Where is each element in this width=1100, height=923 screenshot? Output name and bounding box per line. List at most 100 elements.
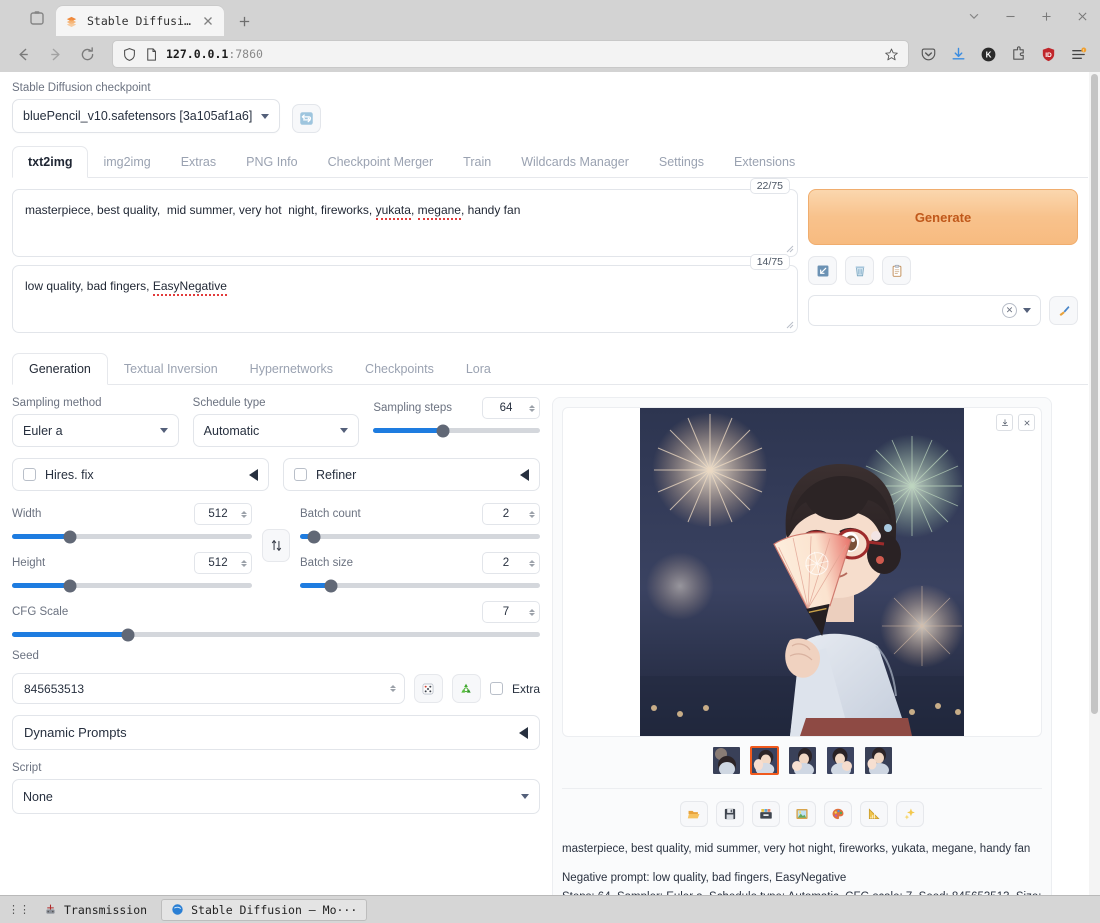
send-to-inpaint-button[interactable] <box>824 801 852 827</box>
negative-prompt-input[interactable]: low quality, bad fingers, EasyNegative <box>12 265 798 333</box>
tab-extras[interactable]: Extras <box>166 147 231 177</box>
kaspersky-extension-icon[interactable]: K <box>979 45 998 64</box>
tab-close-icon[interactable] <box>200 13 216 29</box>
tab-img2img[interactable]: img2img <box>88 147 165 177</box>
new-tab-button[interactable] <box>230 7 258 35</box>
sampling-steps-number[interactable]: 64 <box>482 397 541 419</box>
download-image-button[interactable] <box>996 414 1013 431</box>
sampling-method-select[interactable]: Euler a <box>12 414 179 447</box>
refiner-checkbox[interactable] <box>294 468 307 481</box>
page-scrollbar[interactable] <box>1089 72 1100 895</box>
stepper-icon[interactable] <box>529 559 535 567</box>
open-folder-button[interactable] <box>680 801 708 827</box>
script-select[interactable]: None <box>12 779 540 814</box>
send-to-extras-button[interactable] <box>860 801 888 827</box>
clear-styles-icon[interactable]: ✕ <box>1002 303 1017 318</box>
read-generation-params-button[interactable] <box>808 256 837 285</box>
send-to-img2img-button[interactable] <box>788 801 816 827</box>
dynamic-prompts-accordion[interactable]: Dynamic Prompts <box>12 715 540 750</box>
subtab-hypernetworks[interactable]: Hypernetworks <box>234 354 349 384</box>
batch-size-number[interactable]: 2 <box>482 552 540 574</box>
stepper-icon[interactable] <box>389 685 396 692</box>
upscale-button[interactable] <box>896 801 924 827</box>
tab-settings[interactable]: Settings <box>644 147 719 177</box>
checkpoint-select[interactable]: bluePencil_v10.safetensors [3a105af1a6] <box>12 99 280 133</box>
url-bar[interactable]: 127.0.0.1:7860 <box>112 40 909 68</box>
tab-png-info[interactable]: PNG Info <box>231 147 312 177</box>
reload-button[interactable] <box>72 40 102 68</box>
height-slider[interactable] <box>12 579 252 592</box>
window-maximize-button[interactable] <box>1036 6 1056 26</box>
downloads-icon[interactable] <box>949 45 968 64</box>
bookmark-star-icon[interactable] <box>884 47 899 62</box>
apply-style-button[interactable] <box>1049 296 1078 325</box>
refiner-accordion[interactable]: Refiner <box>283 458 540 491</box>
save-button[interactable] <box>716 801 744 827</box>
list-all-tabs-button[interactable] <box>6 0 56 36</box>
forward-button[interactable] <box>40 40 70 68</box>
schedule-type-select[interactable]: Automatic <box>192 414 360 447</box>
subtab-lora[interactable]: Lora <box>450 354 507 384</box>
styles-select[interactable]: ✕ <box>808 295 1041 326</box>
resize-handle-icon[interactable] <box>785 320 794 329</box>
batch-size-slider[interactable] <box>300 579 540 592</box>
hires-fix-accordion[interactable]: Hires. fix <box>12 458 269 491</box>
browser-tab[interactable]: Stable Diffusion <box>56 6 224 36</box>
positive-prompt-input[interactable]: masterpiece, best quality, mid summer, v… <box>12 189 798 257</box>
app-menu-button[interactable]: ! <box>1069 45 1088 64</box>
clear-prompt-button[interactable] <box>845 256 874 285</box>
tab-extensions[interactable]: Extensions <box>719 147 810 177</box>
collapse-triangle-icon[interactable] <box>520 468 529 481</box>
taskbar-item-transmission[interactable]: Transmission <box>35 899 156 921</box>
collapse-triangle-icon[interactable] <box>249 468 258 481</box>
subtab-textual-inversion[interactable]: Textual Inversion <box>108 354 234 384</box>
tab-train[interactable]: Train <box>448 147 506 177</box>
swap-dimensions-button[interactable] <box>262 529 290 562</box>
resize-handle-icon[interactable] <box>785 244 794 253</box>
batch-count-number[interactable]: 2 <box>482 503 540 525</box>
taskbar-item-stable-diffusion[interactable]: Stable Diffusion — Mo··· <box>161 898 368 921</box>
cfg-scale-slider[interactable] <box>12 628 540 641</box>
collapse-triangle-icon[interactable] <box>519 726 528 739</box>
stepper-icon[interactable] <box>529 608 535 616</box>
width-slider[interactable] <box>12 530 252 543</box>
window-close-button[interactable] <box>1072 6 1092 26</box>
save-zip-button[interactable] <box>752 801 780 827</box>
tab-wildcards-manager[interactable]: Wildcards Manager <box>506 147 644 177</box>
extra-seed-checkbox[interactable] <box>489 682 503 695</box>
stepper-icon[interactable] <box>529 510 535 518</box>
hires-fix-checkbox[interactable] <box>23 468 36 481</box>
page-info-icon[interactable] <box>144 47 159 62</box>
paste-styles-button[interactable] <box>882 256 911 285</box>
batch-count-slider[interactable] <box>300 530 540 543</box>
tab-txt2img[interactable]: txt2img <box>12 146 89 178</box>
subtab-generation[interactable]: Generation <box>12 353 108 385</box>
close-image-button[interactable] <box>1018 414 1035 431</box>
stepper-icon[interactable] <box>241 559 247 567</box>
refresh-checkpoints-button[interactable] <box>292 104 321 133</box>
stepper-icon[interactable] <box>241 510 247 518</box>
tab-list-chevron-icon[interactable] <box>964 6 984 26</box>
pocket-icon[interactable] <box>919 45 938 64</box>
thumbnail-item[interactable] <box>826 746 855 775</box>
subtab-checkpoints[interactable]: Checkpoints <box>349 354 450 384</box>
reuse-seed-button[interactable] <box>451 674 481 703</box>
stepper-icon[interactable] <box>529 404 536 412</box>
sampling-steps-slider[interactable] <box>373 424 541 437</box>
extension-puzzle-icon[interactable] <box>1009 45 1028 64</box>
adblock-shield-icon[interactable]: ID <box>1039 45 1058 64</box>
random-seed-button[interactable] <box>413 674 443 703</box>
window-minimize-button[interactable] <box>1000 6 1020 26</box>
cfg-scale-number[interactable]: 7 <box>482 601 540 623</box>
thumbnail-item[interactable] <box>864 746 893 775</box>
thumbnail-item-selected[interactable] <box>749 746 779 775</box>
generated-image[interactable] <box>640 408 964 736</box>
generate-button[interactable]: Generate <box>808 189 1078 245</box>
thumbnail-item[interactable] <box>712 746 741 775</box>
height-number[interactable]: 512 <box>194 552 252 574</box>
tab-checkpoint-merger[interactable]: Checkpoint Merger <box>313 147 449 177</box>
seed-input[interactable]: 845653513 <box>12 673 405 704</box>
back-button[interactable] <box>8 40 38 68</box>
thumbnail-item[interactable] <box>788 746 817 775</box>
width-number[interactable]: 512 <box>194 503 252 525</box>
